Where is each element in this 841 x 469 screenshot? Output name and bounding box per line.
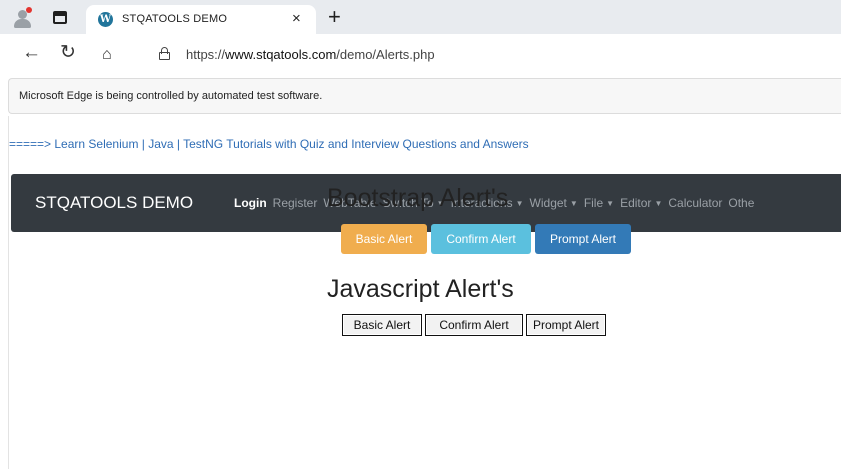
browser-toolbar: ← ↻ ⌂ https://www.stqatools.com/demo/Ale… [0, 34, 841, 74]
nav-item-label: Widget [529, 196, 567, 210]
js-prompt-alert-button[interactable]: Prompt Alert [526, 314, 606, 336]
lock-icon[interactable] [159, 47, 170, 60]
tab-title: STQATOOLS DEMO [122, 13, 228, 25]
browser-tab[interactable]: W STQATOOLS DEMO × [86, 5, 316, 34]
nav-item-label: Calculator [668, 196, 723, 210]
url-path: /demo/Alerts.php [336, 47, 435, 62]
infobar-text: Microsoft Edge is being controlled by au… [19, 90, 323, 102]
nav-item-editor[interactable]: Editor ▼ [620, 196, 662, 210]
navbar-brand[interactable]: STQATOOLS DEMO [35, 193, 193, 213]
new-tab-icon[interactable]: + [328, 4, 341, 30]
javascript-alerts-heading: Javascript Alert's [327, 275, 514, 303]
bootstrap-basic-alert-button[interactable]: Basic Alert [341, 224, 427, 254]
address-bar[interactable]: https://www.stqatools.com/demo/Alerts.ph… [144, 39, 841, 69]
nav-item-calculator[interactable]: Calculator [668, 196, 722, 210]
nav-item-login[interactable]: Login [234, 196, 267, 210]
url-scheme: https:// [186, 47, 226, 62]
home-icon[interactable]: ⌂ [102, 44, 112, 66]
nav-item-register[interactable]: Register [273, 196, 318, 210]
automation-infobar: Microsoft Edge is being controlled by au… [8, 78, 841, 114]
wordpress-favicon-icon: W [98, 12, 113, 27]
tutorials-link[interactable]: =====> Learn Selenium | Java | TestNG Tu… [9, 137, 529, 151]
profile-icon[interactable] [12, 7, 34, 29]
caret-down-icon: ▼ [606, 199, 615, 208]
close-tab-icon[interactable]: × [292, 10, 301, 27]
nav-item-label: Othe [728, 196, 755, 210]
bootstrap-confirm-alert-button[interactable]: Confirm Alert [431, 224, 531, 254]
caret-down-icon: ▼ [515, 199, 524, 208]
nav-item-file[interactable]: File ▼ [584, 196, 614, 210]
caret-down-icon: ▼ [654, 199, 663, 208]
back-arrow-icon[interactable]: ← [22, 42, 41, 64]
js-basic-alert-button[interactable]: Basic Alert [342, 314, 422, 336]
caret-down-icon: ▼ [569, 199, 578, 208]
nav-item-othe[interactable]: Othe [728, 196, 754, 210]
nav-item-label: File [583, 196, 604, 210]
url-host: www.stqatools.com [225, 47, 337, 62]
url-text[interactable]: https://www.stqatools.com/demo/Alerts.ph… [186, 47, 435, 62]
tab-strip: W STQATOOLS DEMO × + [0, 0, 841, 34]
bootstrap-alerts-heading: Bootstrap Alert's [327, 184, 509, 212]
nav-item-label: Editor [620, 196, 652, 210]
reload-icon[interactable]: ↻ [60, 42, 76, 64]
nav-item-label: Register [272, 196, 318, 210]
bootstrap-prompt-alert-button[interactable]: Prompt Alert [535, 224, 631, 254]
js-confirm-alert-button[interactable]: Confirm Alert [425, 314, 523, 336]
tab-actions-icon[interactable] [53, 11, 67, 24]
nav-item-label: Login [234, 196, 267, 210]
nav-item-widget[interactable]: Widget ▼ [530, 196, 578, 210]
